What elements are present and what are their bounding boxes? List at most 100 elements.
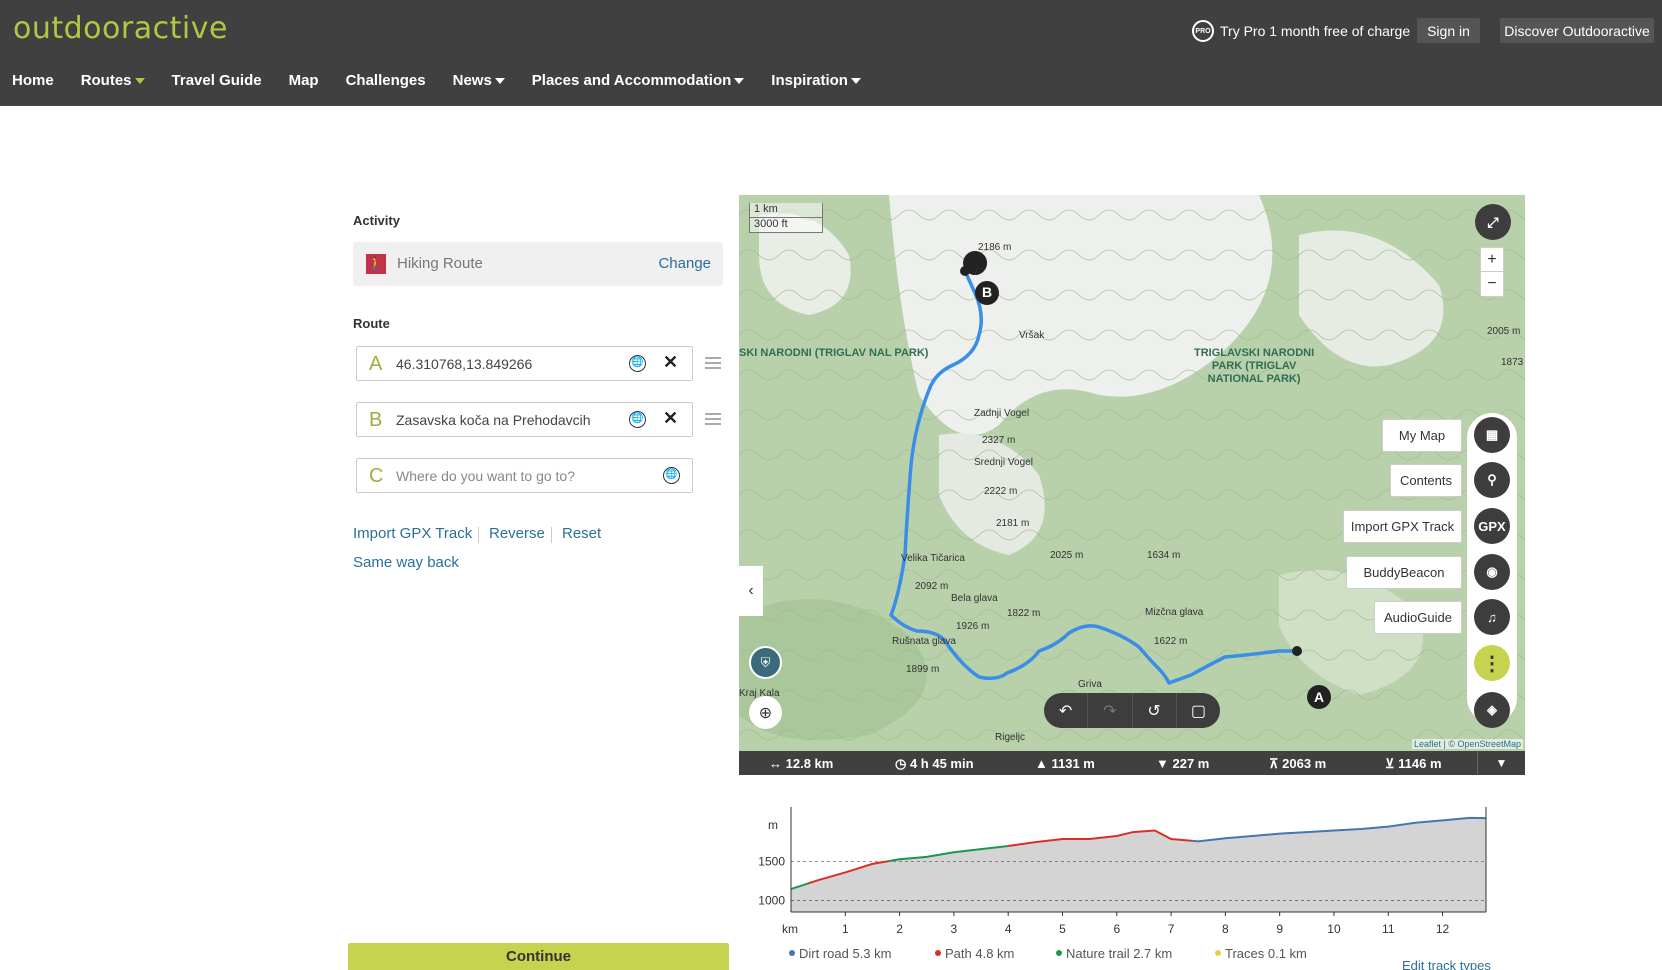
globe-pin-icon[interactable]: 🌐	[629, 355, 646, 372]
y-tick-label: 1000	[758, 893, 785, 907]
change-activity-link[interactable]: Change	[658, 255, 711, 272]
redo-icon[interactable]: ↷	[1088, 693, 1133, 728]
x-tick-label: 8	[1222, 922, 1229, 936]
legend-dot	[1215, 950, 1221, 956]
my-map-icon[interactable]: ▦	[1474, 417, 1510, 453]
marker-b-label: B	[982, 284, 993, 300]
map-label: 2186 m	[978, 242, 1012, 253]
waypoint-a-value[interactable]: 46.310768,13.849266	[396, 356, 532, 372]
nav-item-places[interactable]: Places and Accommodation	[532, 72, 745, 89]
undo-icon[interactable]: ↶	[1044, 693, 1089, 728]
logo[interactable]: outdooractive	[13, 11, 228, 46]
contents-icon[interactable]: ⚲	[1474, 462, 1510, 498]
route-edit-toolbar: ↶ ↷ ↺ ▢	[1044, 693, 1220, 728]
map-label: Griva	[1078, 679, 1102, 690]
map-label: Velika Tičarica	[901, 553, 965, 564]
close-icon[interactable]: ✕	[663, 408, 678, 429]
max-altitude-stat: ⊼ 2063 m	[1269, 756, 1327, 771]
discover-button[interactable]: Discover Outdooractive	[1500, 18, 1654, 43]
pro-promo-link[interactable]: PRO Try Pro 1 month free of charge	[1192, 19, 1410, 43]
import-gpx-link[interactable]: Import GPX Track	[353, 525, 472, 542]
elevation-chart: 10001500mkm 1 2 3 4 5 6 7 8 9 10 11 12	[758, 807, 1487, 936]
chevron-down-icon	[494, 77, 505, 84]
zoom-out-button[interactable]: −	[1481, 272, 1503, 296]
legend-item: Traces 0.1 km	[1215, 946, 1307, 961]
globe-pin-icon[interactable]: 🌐	[629, 411, 646, 428]
route-start-point	[1292, 646, 1302, 656]
more-options-icon[interactable]: ⋮	[1474, 645, 1510, 681]
sign-in-button[interactable]: Sign in	[1417, 18, 1480, 43]
route-label: Route	[353, 316, 390, 331]
drag-handle-icon[interactable]	[705, 413, 721, 425]
x-tick-label: 9	[1276, 922, 1283, 936]
continue-button[interactable]: Continue	[348, 943, 729, 970]
x-tick-label: 10	[1327, 922, 1341, 936]
x-tick-label: 3	[951, 922, 958, 936]
waypoint-b-field[interactable]: B Zasavska koča na Prehodavcih 🌐 ✕	[356, 402, 693, 437]
reverse-link[interactable]: Reverse	[489, 525, 545, 542]
locate-icon[interactable]: ⊕	[749, 696, 782, 729]
buddybeacon-icon[interactable]: ◉	[1474, 554, 1510, 590]
waypoint-a-field[interactable]: A 46.310768,13.849266 🌐 ✕	[356, 346, 693, 381]
contents-tag[interactable]: Contents	[1390, 464, 1462, 497]
route-map[interactable]: B A 1 km 3000 ft 2186 m Vršak Zadnji Vog…	[739, 195, 1525, 751]
map-label: 2327 m	[982, 435, 1016, 446]
descent-stat: ▼ 227 m	[1156, 756, 1210, 771]
waypoint-c-placeholder[interactable]: Where do you want to go to?	[396, 468, 575, 484]
nav-item-travel-guide[interactable]: Travel Guide	[172, 72, 262, 89]
x-tick-label: 7	[1168, 922, 1175, 936]
x-tick-label: 2	[896, 922, 903, 936]
drag-handle-icon[interactable]	[705, 357, 721, 369]
zoom-control: + −	[1480, 247, 1504, 297]
edit-track-types-link[interactable]: Edit track types	[1402, 958, 1491, 970]
y-axis-label: m	[768, 818, 778, 832]
nav-item-routes[interactable]: Routes	[81, 72, 145, 89]
close-icon[interactable]: ✕	[663, 352, 678, 373]
chevron-down-icon[interactable]: ▼	[1477, 751, 1525, 775]
nav-item-inspiration[interactable]: Inspiration	[771, 72, 861, 89]
activity-selector[interactable]: 🚶 Hiking Route Change	[353, 242, 723, 286]
layers-icon[interactable]: ◈	[1474, 692, 1510, 728]
round-trip-icon[interactable]: ↺	[1133, 693, 1177, 728]
buddybeacon-tag[interactable]: BuddyBeacon	[1346, 556, 1462, 589]
fullscreen-icon[interactable]: ⤢	[1475, 204, 1511, 240]
map-label: 2005 m	[1487, 326, 1521, 337]
legend-item: Dirt road 5.3 km	[789, 946, 891, 961]
map-label: Mizčna glava	[1145, 607, 1204, 618]
map-attribution[interactable]: Leaflet | © OpenStreetMap	[1411, 739, 1523, 749]
reset-link[interactable]: Reset	[562, 525, 601, 542]
legend-dot	[1056, 950, 1062, 956]
x-tick-label: 5	[1059, 922, 1066, 936]
park-label: SKI NARODNI (TRIGLAV NAL PARK)	[739, 347, 929, 359]
map-label: 2092 m	[915, 581, 949, 592]
x-tick-label: 12	[1436, 922, 1450, 936]
select-area-icon[interactable]: ▢	[1177, 693, 1220, 728]
same-way-back-link[interactable]: Same way back	[353, 554, 459, 571]
import-gpx-tag[interactable]: Import GPX Track	[1343, 510, 1462, 543]
waypoint-b-value[interactable]: Zasavska koča na Prehodavcih	[396, 412, 591, 428]
distance-stat: ↔ 12.8 km	[769, 756, 834, 771]
nav-item-map[interactable]: Map	[289, 72, 319, 89]
zoom-in-button[interactable]: +	[1481, 248, 1503, 272]
shield-icon[interactable]: ⛨	[749, 646, 782, 679]
my-map-tag[interactable]: My Map	[1382, 419, 1462, 452]
chevron-down-icon	[134, 77, 145, 84]
audioguide-tag[interactable]: AudioGuide	[1374, 601, 1462, 634]
chevron-down-icon	[734, 77, 745, 84]
map-label: 2222 m	[984, 486, 1018, 497]
nav-item-home[interactable]: Home	[12, 72, 54, 89]
waypoint-letter: A	[369, 353, 383, 375]
ascent-stat: ▲ 1131 m	[1035, 756, 1095, 771]
waypoint-c-field[interactable]: C Where do you want to go to? 🌐	[356, 458, 693, 493]
audioguide-icon[interactable]: ♫	[1474, 599, 1510, 635]
collapse-panel-icon[interactable]: ‹	[739, 566, 763, 616]
globe-pin-icon[interactable]: 🌐	[663, 467, 680, 484]
gpx-button[interactable]: GPX	[1474, 508, 1510, 544]
activity-value: Hiking Route	[397, 255, 483, 272]
legend-item: Path 4.8 km	[935, 946, 1014, 961]
nav-item-news[interactable]: News	[453, 72, 505, 89]
activity-label: Activity	[353, 213, 400, 228]
map-label: 2181 m	[996, 518, 1030, 529]
map-scale: 1 km 3000 ft	[749, 203, 823, 233]
nav-item-challenges[interactable]: Challenges	[346, 72, 426, 89]
